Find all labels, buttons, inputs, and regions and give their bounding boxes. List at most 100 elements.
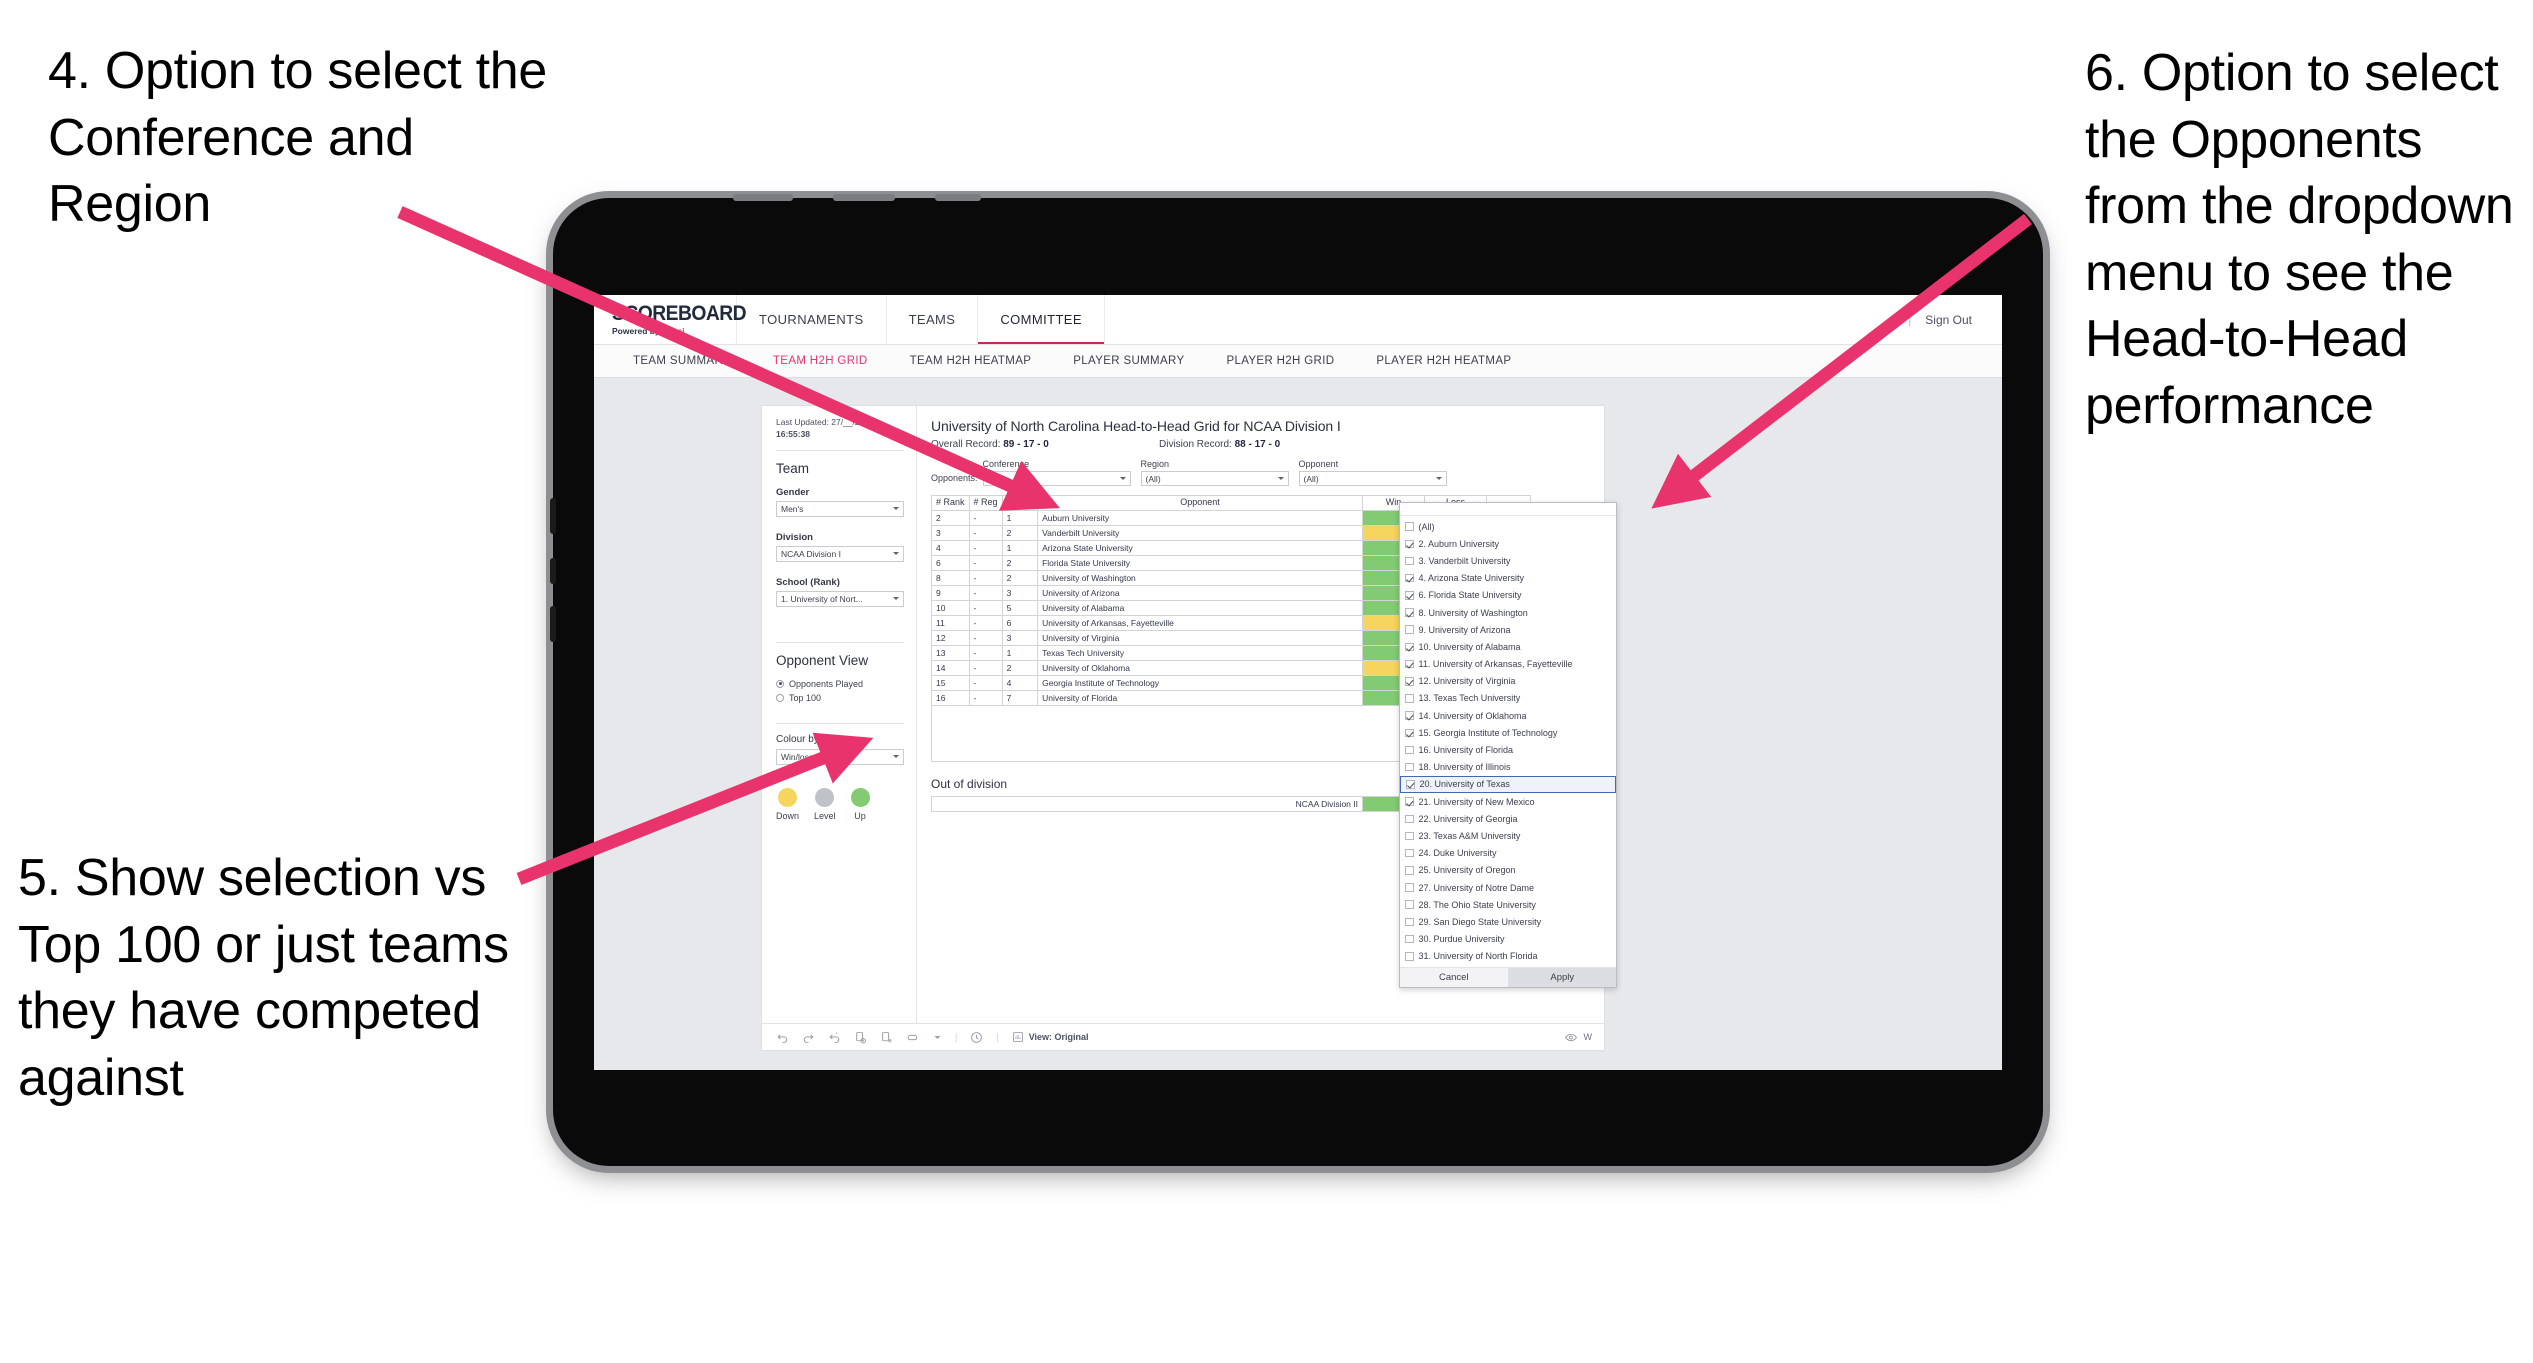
dropdown-item[interactable]: 16. University of Florida (1400, 741, 1616, 758)
dropdown-item[interactable]: 6. Florida State University (1400, 587, 1616, 604)
col-conf: # Conf (1001, 495, 1039, 511)
checkbox-icon[interactable] (1406, 780, 1415, 789)
dropdown-item[interactable]: 11. University of Arkansas, Fayetteville (1400, 656, 1616, 673)
dropdown-item[interactable]: 3. Vanderbilt University (1400, 552, 1616, 569)
checkbox-icon[interactable] (1405, 831, 1414, 841)
dropdown-item[interactable]: 28. The Ohio State University (1400, 896, 1616, 913)
subnav-item-team-h2h-grid[interactable]: TEAM H2H GRID (752, 355, 889, 367)
checkbox-icon[interactable] (1405, 556, 1414, 566)
watch-icon[interactable] (1564, 1031, 1578, 1044)
subnav-item-player-summary[interactable]: PLAYER SUMMARY (1052, 355, 1205, 367)
undo-icon[interactable] (776, 1031, 789, 1044)
checkbox-icon[interactable] (1405, 848, 1414, 858)
apply-button[interactable]: Apply (1507, 967, 1616, 987)
cell-reg: - (968, 525, 1003, 541)
cell-conf: 2 (1001, 555, 1039, 571)
checkbox-icon[interactable] (1405, 711, 1414, 720)
legend-item-level: Level (814, 787, 836, 821)
dropdown-item[interactable]: 25. University of Oregon (1400, 862, 1616, 879)
dropdown-item[interactable]: (All) (1400, 518, 1616, 535)
dropdown-item[interactable]: 2. Auburn University (1400, 535, 1616, 552)
dropdown-item[interactable]: 12. University of Virginia (1400, 673, 1616, 690)
topnav-item-tournaments[interactable]: TOURNAMENTS (737, 295, 887, 344)
checkbox-icon[interactable] (1405, 797, 1414, 806)
cell-rank: 15 (931, 675, 970, 691)
dropdown-item[interactable]: 23. Texas A&M University (1400, 827, 1616, 844)
subnav-item-team-summary[interactable]: TEAM SUMMARY (612, 355, 752, 367)
presentation-mode-icon[interactable] (906, 1031, 920, 1044)
checkbox-icon[interactable] (1405, 659, 1414, 669)
revert-icon[interactable] (828, 1031, 841, 1044)
subnav-item-player-h2h-grid[interactable]: PLAYER H2H GRID (1205, 355, 1355, 367)
cell-opponent: Texas Tech University (1037, 645, 1363, 661)
col-conf-label: # Conf (1006, 497, 1034, 508)
school-select[interactable]: 1. University of Nort... (776, 590, 904, 607)
device-side-button-2 (550, 558, 556, 584)
checkbox-icon[interactable] (1405, 677, 1414, 686)
cell-reg: - (968, 645, 1003, 661)
dropdown-item[interactable]: 29. San Diego State University (1400, 913, 1616, 930)
dropdown-item[interactable]: 20. University of Texas (1400, 775, 1616, 793)
subnav-item-team-h2h-heatmap[interactable]: TEAM H2H HEATMAP (889, 355, 1053, 367)
subnav-item-player-h2h-heatmap[interactable]: PLAYER H2H HEATMAP (1355, 355, 1532, 367)
opponent-select[interactable]: (All) (1298, 471, 1447, 486)
sign-out-link[interactable]: Sign Out (1925, 313, 1972, 327)
dropdown-item[interactable]: 24. Duke University (1400, 845, 1616, 862)
checkbox-icon[interactable] (1405, 883, 1414, 892)
history-icon[interactable] (970, 1031, 983, 1044)
view-original-button[interactable]: View: Original (1012, 1031, 1089, 1043)
dropdown-item[interactable]: 27. University of Notre Dame (1400, 879, 1616, 896)
dropdown-item[interactable]: 9. University of Arizona (1400, 621, 1616, 638)
radio-opponents-played[interactable]: Opponents Played (776, 679, 904, 689)
checkbox-icon[interactable] (1405, 625, 1414, 634)
colour-by-select[interactable]: Win/loss (776, 748, 904, 765)
gender-select[interactable]: Men's (776, 500, 904, 517)
region-select[interactable]: (All) (1140, 471, 1289, 486)
dropdown-item[interactable]: 10. University of Alabama (1400, 638, 1616, 655)
checkbox-icon[interactable] (1405, 694, 1414, 703)
dropdown-item[interactable]: 21. University of New Mexico (1400, 793, 1616, 810)
checkbox-icon[interactable] (1405, 522, 1414, 531)
dropdown-item[interactable]: 8. University of Washington (1400, 604, 1616, 621)
cell-opponent: University of Virginia (1037, 630, 1363, 646)
checkbox-icon[interactable] (1405, 745, 1414, 755)
dropdown-item[interactable]: 18. University of Illinois (1400, 759, 1616, 776)
cell-conf: 1 (1001, 645, 1039, 661)
refresh-data-icon[interactable] (854, 1031, 867, 1044)
dropdown-item[interactable]: 4. Arizona State University (1400, 570, 1616, 587)
topnav-item-teams[interactable]: TEAMS (887, 295, 979, 344)
dropdown-item[interactable]: 31. University of North Florida (1400, 948, 1616, 965)
checkbox-icon[interactable] (1405, 934, 1414, 944)
pause-auto-update-icon[interactable] (880, 1031, 893, 1044)
checkbox-icon[interactable] (1405, 917, 1414, 927)
chevron-down-icon[interactable] (933, 1033, 942, 1042)
checkbox-icon[interactable] (1405, 539, 1414, 549)
division-select[interactable]: NCAA Division I (776, 545, 904, 562)
view-original-icon (1012, 1031, 1024, 1043)
cancel-button[interactable]: Cancel (1400, 968, 1508, 987)
brand-logo[interactable]: SCOREBOARD Powered by Tifosi (594, 295, 747, 344)
dropdown-item[interactable]: 22. University of Georgia (1400, 810, 1616, 827)
checkbox-icon[interactable] (1405, 642, 1414, 652)
checkbox-icon[interactable] (1405, 952, 1414, 961)
dropdown-item[interactable]: 14. University of Oklahoma (1400, 707, 1616, 724)
redo-icon[interactable] (802, 1031, 815, 1044)
checkbox-icon[interactable] (1405, 591, 1414, 600)
dropdown-item[interactable]: 30. Purdue University (1400, 931, 1616, 948)
cell-rank: 14 (931, 660, 970, 676)
checkbox-icon[interactable] (1405, 866, 1414, 875)
checkbox-icon[interactable] (1405, 762, 1414, 772)
checkbox-icon[interactable] (1405, 814, 1414, 824)
dropdown-item[interactable]: 15. Georgia Institute of Technology (1400, 724, 1616, 741)
dropdown-item[interactable]: 13. Texas Tech University (1400, 690, 1616, 707)
conference-select[interactable]: (All) (982, 471, 1131, 486)
chevron-down-icon (893, 507, 899, 511)
checkbox-icon[interactable] (1405, 900, 1414, 909)
checkbox-icon[interactable] (1405, 728, 1414, 738)
radio-top-100[interactable]: Top 100 (776, 693, 904, 703)
dropdown-search-row[interactable] (1400, 503, 1616, 516)
checkbox-icon[interactable] (1405, 608, 1414, 617)
opponent-dropdown-popup[interactable]: (All) 2. Auburn University 3. Vanderbilt U… (1399, 502, 1617, 988)
checkbox-icon[interactable] (1405, 573, 1414, 583)
topnav-item-committee[interactable]: COMMITTEE (978, 295, 1105, 344)
